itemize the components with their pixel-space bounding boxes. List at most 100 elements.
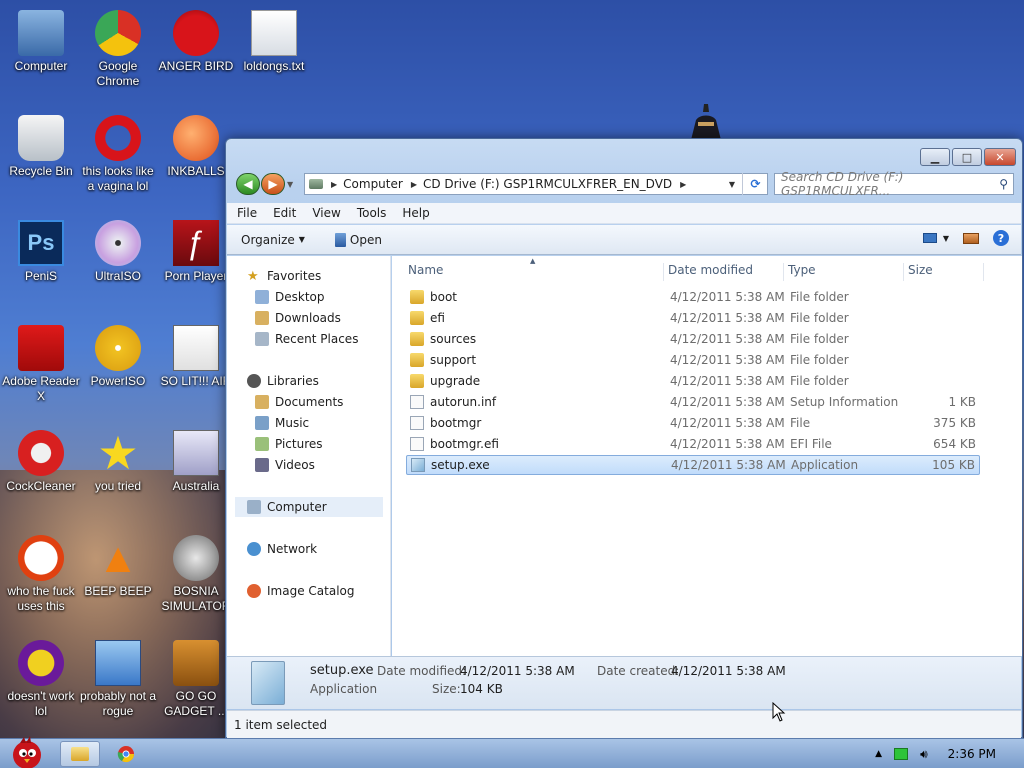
file-row-autorun-inf[interactable]: autorun.inf 4/12/2011 5:38 AM Setup Inform…: [406, 392, 980, 412]
application-icon: [334, 232, 346, 247]
file-row-setup-exe[interactable]: setup.exe 4/12/2011 5:38 AM Application 105…: [406, 455, 980, 475]
chevron-right-icon[interactable]: ▶: [411, 180, 417, 189]
chevron-right-icon[interactable]: ▶: [331, 180, 337, 189]
help-icon[interactable]: ?: [993, 230, 1009, 246]
start-button-angry-bird-icon[interactable]: [6, 733, 48, 768]
folder-icon: [410, 290, 424, 304]
desktop-icon-label: Google Chrome: [96, 59, 140, 88]
column-name[interactable]: Name ▲: [408, 257, 664, 281]
details-date-modified: 4/12/2011 5:38 AM: [460, 664, 575, 678]
desktop-icon-you-tried[interactable]: ★ you tried: [79, 430, 157, 494]
menu-help[interactable]: Help: [402, 206, 429, 220]
breadcrumb-cd-drive[interactable]: CD Drive (F:) GSP1RMCULXFRER_EN_DVD: [423, 177, 672, 191]
file-name: bootmgr.efi: [430, 437, 499, 451]
views-button[interactable]: ▼: [922, 233, 949, 243]
clock[interactable]: 2:36 PM: [948, 747, 996, 761]
desktop-icon-google-chrome[interactable]: Google Chrome: [79, 10, 157, 89]
desktop-icon-who-the-fuck-uses-this[interactable]: who the fuck uses this: [2, 535, 80, 614]
nav-network[interactable]: Network: [247, 539, 411, 559]
minimize-button[interactable]: ▁: [920, 148, 950, 166]
show-hidden-icons-icon[interactable]: ▲: [875, 749, 882, 759]
desktop-icon-penis[interactable]: Ps PeniS: [2, 220, 80, 284]
recent-places-icon: [255, 332, 269, 346]
desktop-icon-probably-not-a-rogue[interactable]: probably not a rogue: [79, 640, 157, 719]
refresh-button[interactable]: ⟳: [742, 173, 768, 195]
column-type[interactable]: Type: [788, 263, 904, 281]
file-row-sources[interactable]: sources 4/12/2011 5:38 AM File folder: [406, 329, 980, 349]
desktop-icon-label: Recycle Bin: [9, 164, 73, 178]
menu-tools[interactable]: Tools: [357, 206, 387, 220]
file-type: File folder: [790, 290, 849, 304]
desktop-icon-computer[interactable]: Computer: [2, 10, 80, 74]
mouse-cursor-icon: [772, 702, 786, 722]
file-row-boot[interactable]: boot 4/12/2011 5:38 AM File folder: [406, 287, 980, 307]
open-button[interactable]: Open: [334, 232, 382, 247]
menu-file[interactable]: File: [237, 206, 257, 220]
desktop-icon-anger-bird[interactable]: ANGER BIRD: [157, 10, 235, 74]
nav-image-catalog[interactable]: Image Catalog: [247, 581, 411, 601]
desktop-icon-porn-player[interactable]: ƒ Porn Player: [157, 220, 235, 284]
menu-view[interactable]: View: [312, 206, 340, 220]
desktop-icon-beep-beep[interactable]: ▲ BEEP BEEP: [79, 535, 157, 599]
desktop-icon-label: this looks like a vagina lol: [82, 164, 154, 193]
desktop-icon: [255, 290, 269, 304]
taskbar-explorer-button[interactable]: [60, 741, 100, 767]
nav-computer[interactable]: Computer: [235, 497, 383, 517]
preview-pane-icon[interactable]: [963, 232, 979, 244]
desktop-icon-poweriso[interactable]: PowerISO: [79, 325, 157, 389]
back-button[interactable]: ◀: [236, 173, 260, 195]
file-row-bootmgr-efi[interactable]: bootmgr.efi 4/12/2011 5:38 AM EFI File 654 …: [406, 434, 980, 454]
nav-libraries[interactable]: Libraries: [247, 371, 411, 391]
address-bar[interactable]: ▶ Computer ▶ CD Drive (F:) GSP1RMCULXFRE…: [304, 173, 768, 195]
file-list[interactable]: Name ▲ Date modified Type Size boot 4/12/2…: [392, 256, 1022, 656]
desktop-icon-recycle-bin[interactable]: Recycle Bin: [2, 115, 80, 179]
desktop-icon-doesn-t-work-lol[interactable]: doesn't work lol: [2, 640, 80, 719]
nav-libraries-label: Libraries: [267, 374, 319, 388]
desktop-icon-this-looks-like-a-vagina-lol[interactable]: this looks like a vagina lol: [79, 115, 157, 194]
volume-icon[interactable]: 🔊︎: [920, 747, 928, 762]
forward-button[interactable]: ▶: [261, 173, 285, 195]
gear-ball-icon: [173, 535, 219, 581]
file-row-efi[interactable]: efi 4/12/2011 5:38 AM File folder: [406, 308, 980, 328]
desktop-icon-adobe-reader-x[interactable]: Adobe Reader X: [2, 325, 80, 404]
desktop-icon-go-go-gadget[interactable]: GO GO GADGET ...: [157, 640, 235, 719]
maximize-button[interactable]: □: [952, 148, 982, 166]
taskbar: ▲ 🔊︎ 2:36 PM: [0, 736, 1024, 768]
menu-edit[interactable]: Edit: [273, 206, 296, 220]
explorer-window[interactable]: ▁ □ ✕ ◀ ▶ ▼ ▶ Computer ▶ CD Drive (F:) G…: [225, 138, 1023, 738]
column-size[interactable]: Size: [908, 263, 984, 281]
address-dropdown-icon[interactable]: ▼: [729, 180, 735, 189]
desktop-icon-inkballs[interactable]: INKBALLS: [157, 115, 235, 179]
breadcrumb-computer[interactable]: Computer: [343, 177, 403, 191]
taskbar-chrome-button[interactable]: [106, 741, 146, 767]
desktop-icon-australia[interactable]: Australia: [157, 430, 235, 494]
desktop-icon-loldongs-txt[interactable]: loldongs.txt: [235, 10, 313, 74]
file-size: 105 KB: [932, 458, 975, 472]
close-button[interactable]: ✕: [984, 148, 1016, 166]
desktop-icon-bosnia-simulator[interactable]: BOSNIA SIMULATOR: [157, 535, 235, 614]
desktop-icon-label: Australia: [172, 479, 220, 493]
file-type: File folder: [790, 311, 849, 325]
nav-favorites[interactable]: ★ Favorites: [247, 266, 411, 286]
computer-icon: [18, 10, 64, 56]
search-icon[interactable]: ⚲: [999, 177, 1008, 191]
history-dropdown-icon[interactable]: ▼: [287, 180, 293, 189]
file-row-upgrade[interactable]: upgrade 4/12/2011 5:38 AM File folder: [406, 371, 980, 391]
desktop-icon-so-lit-air[interactable]: SO LIT!!! AIR: [157, 325, 235, 389]
chevron-right-icon[interactable]: ▶: [680, 180, 686, 189]
file-row-support[interactable]: support 4/12/2011 5:38 AM File folder: [406, 350, 980, 370]
desktop-icon-cockcleaner[interactable]: CockCleaner: [2, 430, 80, 494]
desktop-icon-label: UltraISO: [94, 269, 141, 283]
desktop-icon-ultraiso[interactable]: UltraISO: [79, 220, 157, 284]
organize-button[interactable]: Organize ▼: [241, 233, 305, 247]
file-size: 1 KB: [948, 395, 976, 409]
folder-icon: [410, 332, 424, 346]
network-icon: [247, 542, 261, 556]
search-input[interactable]: Search CD Drive (F:) GSP1RMCULXFR... ⚲: [774, 170, 1014, 198]
desktop-icon-label: PowerISO: [90, 374, 146, 388]
file-row-bootmgr[interactable]: bootmgr 4/12/2011 5:38 AM File 375 KB: [406, 413, 980, 433]
file-name: boot: [430, 290, 458, 304]
network-status-icon[interactable]: [894, 748, 909, 760]
column-date-modified[interactable]: Date modified: [668, 263, 784, 281]
details-size-label: Size:: [432, 682, 461, 696]
